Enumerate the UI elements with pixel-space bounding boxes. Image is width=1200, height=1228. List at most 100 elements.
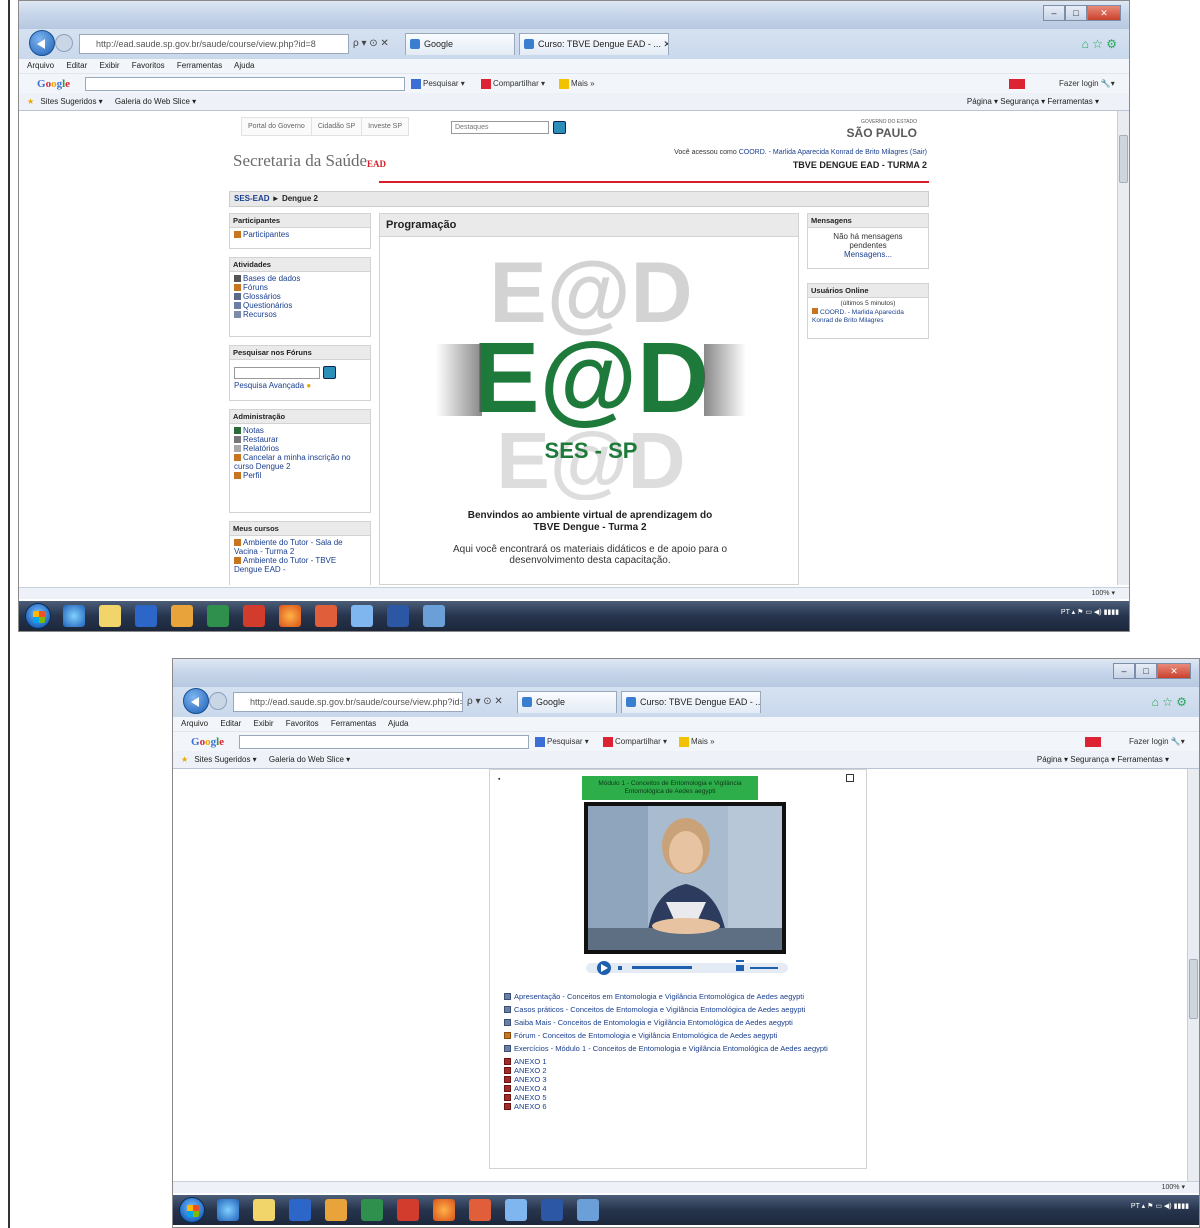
mais-button[interactable]: Mais » [559, 74, 595, 94]
activity-bases[interactable]: Bases de dados [234, 274, 366, 283]
command-bar[interactable]: Página ▾ Segurança ▾ Ferramentas ▾ [1037, 751, 1169, 769]
resource-apresentacao[interactable]: Apresentação - Conceitos em Entomologia … [504, 992, 856, 1001]
video-controls[interactable] [586, 960, 788, 976]
favorites-star-icon[interactable]: ★ [181, 751, 188, 769]
collapse-marker[interactable]: ▪ [498, 776, 500, 783]
admin-relatorios[interactable]: Relatórios [234, 444, 366, 453]
paint-icon[interactable] [325, 1199, 347, 1221]
start-button[interactable] [179, 1197, 205, 1223]
start-button[interactable] [25, 603, 51, 629]
back-button-icon[interactable] [183, 688, 209, 714]
menu-ajuda[interactable]: Ajuda [388, 719, 408, 728]
help-icon[interactable]: ● [306, 381, 311, 390]
acrobat-icon[interactable] [243, 605, 265, 627]
google-search-input[interactable] [239, 735, 529, 749]
tab-course[interactable]: Curso: TBVE Dengue EAD - ... ✕ [519, 33, 669, 55]
activity-recursos[interactable]: Recursos [234, 310, 366, 319]
close-button[interactable]: ✕ [1157, 663, 1191, 679]
nav-portal[interactable]: Portal do Governo [241, 117, 312, 136]
fav-galeria[interactable]: Galeria do Web Slice ▾ [115, 97, 196, 106]
menu-editar[interactable]: Editar [220, 719, 241, 728]
command-bar[interactable]: Página ▾ Segurança ▾ Ferramentas ▾ [967, 93, 1099, 111]
course-link-1[interactable]: Ambiente do Tutor - Sala de Vacina - Tur… [234, 538, 366, 556]
admin-restaurar[interactable]: Restaurar [234, 435, 366, 444]
system-tray[interactable]: PT ▴ ⚑ ▭ ◀) ▮▮▮▮ [1131, 1202, 1189, 1210]
tab-course[interactable]: Curso: TBVE Dengue EAD - ... ✕ [621, 691, 761, 713]
system-tray[interactable]: PT ▴ ⚑ ▭ ◀) ▮▮▮▮ [1061, 608, 1119, 616]
snipping-icon[interactable] [505, 1199, 527, 1221]
maximize-button[interactable]: □ [1135, 663, 1157, 679]
word-icon[interactable] [387, 605, 409, 627]
activity-glossarios[interactable]: Glossários [234, 292, 366, 301]
vertical-scrollbar[interactable] [1187, 769, 1199, 1181]
fazer-login-button[interactable]: Fazer login 🔧▾ [1129, 732, 1185, 752]
word-icon[interactable] [541, 1199, 563, 1221]
tab-google[interactable]: Google [405, 33, 515, 55]
go-button[interactable] [553, 121, 566, 134]
compartilhar-button[interactable]: Compartilhar ▾ [481, 74, 545, 94]
admin-cancelar[interactable]: Cancelar a minha inscrição no curso Deng… [234, 453, 366, 471]
pesquisar-button[interactable]: Pesquisar ▾ [411, 74, 465, 94]
powerpoint-icon[interactable] [469, 1199, 491, 1221]
scroll-thumb[interactable] [1119, 135, 1128, 183]
favorites-star-icon[interactable]: ★ [27, 93, 34, 111]
menu-ajuda[interactable]: Ajuda [234, 61, 254, 70]
pesquisar-button[interactable]: Pesquisar ▾ [535, 732, 589, 752]
powerpoint-icon[interactable] [315, 605, 337, 627]
forum-search-input[interactable] [234, 366, 320, 379]
menu-exibir[interactable]: Exibir [254, 719, 274, 728]
address-bar[interactable]: http://ead.saude.sp.gov.br/saude/course/… [79, 34, 349, 54]
forward-button-icon[interactable] [209, 692, 227, 710]
compartilhar-button[interactable]: Compartilhar ▾ [603, 732, 667, 752]
firefox-icon[interactable] [433, 1199, 455, 1221]
anexo-3[interactable]: ANEXO 3 [504, 1075, 856, 1084]
window-icon[interactable] [577, 1199, 599, 1221]
google-search-input[interactable] [85, 77, 405, 91]
mais-button[interactable]: Mais » [679, 732, 715, 752]
window-icon[interactable] [423, 605, 445, 627]
fav-sites-sugeridos[interactable]: Sites Sugeridos ▾ [40, 97, 102, 106]
forum-search-button[interactable] [323, 366, 336, 379]
destaques-select[interactable]: Destaques [451, 121, 549, 134]
menu-favoritos[interactable]: Favoritos [132, 61, 165, 70]
fav-sites-sugeridos[interactable]: Sites Sugeridos ▾ [194, 755, 256, 764]
advanced-search-link[interactable]: Pesquisa Avançada ● [234, 381, 366, 390]
zoom-level[interactable]: 100% [1162, 1184, 1180, 1191]
address-controls[interactable]: ρ ▾ ⊙ ✕ [353, 34, 389, 54]
anexo-2[interactable]: ANEXO 2 [504, 1066, 856, 1075]
resource-saiba-mais[interactable]: Saiba Mais - Conceitos de Entomologia e … [504, 1018, 856, 1027]
menu-ferramentas[interactable]: Ferramentas [177, 61, 222, 70]
nav-investe[interactable]: Investe SP [361, 117, 410, 136]
resource-forum[interactable]: Fórum - Conceitos de Entomologia e Vigil… [504, 1031, 856, 1040]
address-bar[interactable]: http://ead.saude.sp.gov.br/saude/course/… [233, 692, 463, 712]
minimize-button[interactable]: – [1043, 5, 1065, 21]
paint-icon[interactable] [171, 605, 193, 627]
firefox-icon[interactable] [279, 605, 301, 627]
minimize-button[interactable]: – [1113, 663, 1135, 679]
admin-perfil[interactable]: Perfil [234, 471, 366, 480]
anexo-1[interactable]: ANEXO 1 [504, 1057, 856, 1066]
fav-galeria[interactable]: Galeria do Web Slice ▾ [269, 755, 350, 764]
acrobat-icon[interactable] [397, 1199, 419, 1221]
resource-exercicios[interactable]: Exercícios - Módulo 1 - Conceitos de Ent… [504, 1044, 856, 1053]
folder-icon[interactable] [253, 1199, 275, 1221]
breadcrumb-root[interactable]: SES-EAD [234, 194, 270, 203]
nav-cidadao[interactable]: Cidadão SP [310, 117, 363, 136]
zoom-level[interactable]: 100% [1092, 590, 1110, 597]
flag-icon[interactable] [1009, 74, 1027, 94]
home-star-gear-icons[interactable]: ⌂ ☆ ⚙ [1082, 34, 1117, 54]
ie-icon[interactable] [217, 1199, 239, 1221]
online-user-link[interactable]: COORD. - Marlida Aparecida Konrad de Bri… [812, 308, 924, 325]
tab-google[interactable]: Google [517, 691, 617, 713]
user-link[interactable]: COORD. - Marlida Aparecida Konrad de Bri… [739, 149, 927, 156]
messages-link[interactable]: Mensagens... [822, 250, 914, 259]
participants-link[interactable]: Participantes [234, 230, 366, 239]
ie-icon[interactable] [63, 605, 85, 627]
anexo-6[interactable]: ANEXO 6 [504, 1102, 856, 1111]
activity-questionarios[interactable]: Questionários [234, 301, 366, 310]
home-star-gear-icons[interactable]: ⌂ ☆ ⚙ [1152, 692, 1187, 712]
flag-icon[interactable] [1085, 732, 1103, 752]
excel-icon[interactable] [361, 1199, 383, 1221]
address-controls[interactable]: ρ ▾ ⊙ ✕ [467, 692, 503, 712]
close-button[interactable]: ✕ [1087, 5, 1121, 21]
